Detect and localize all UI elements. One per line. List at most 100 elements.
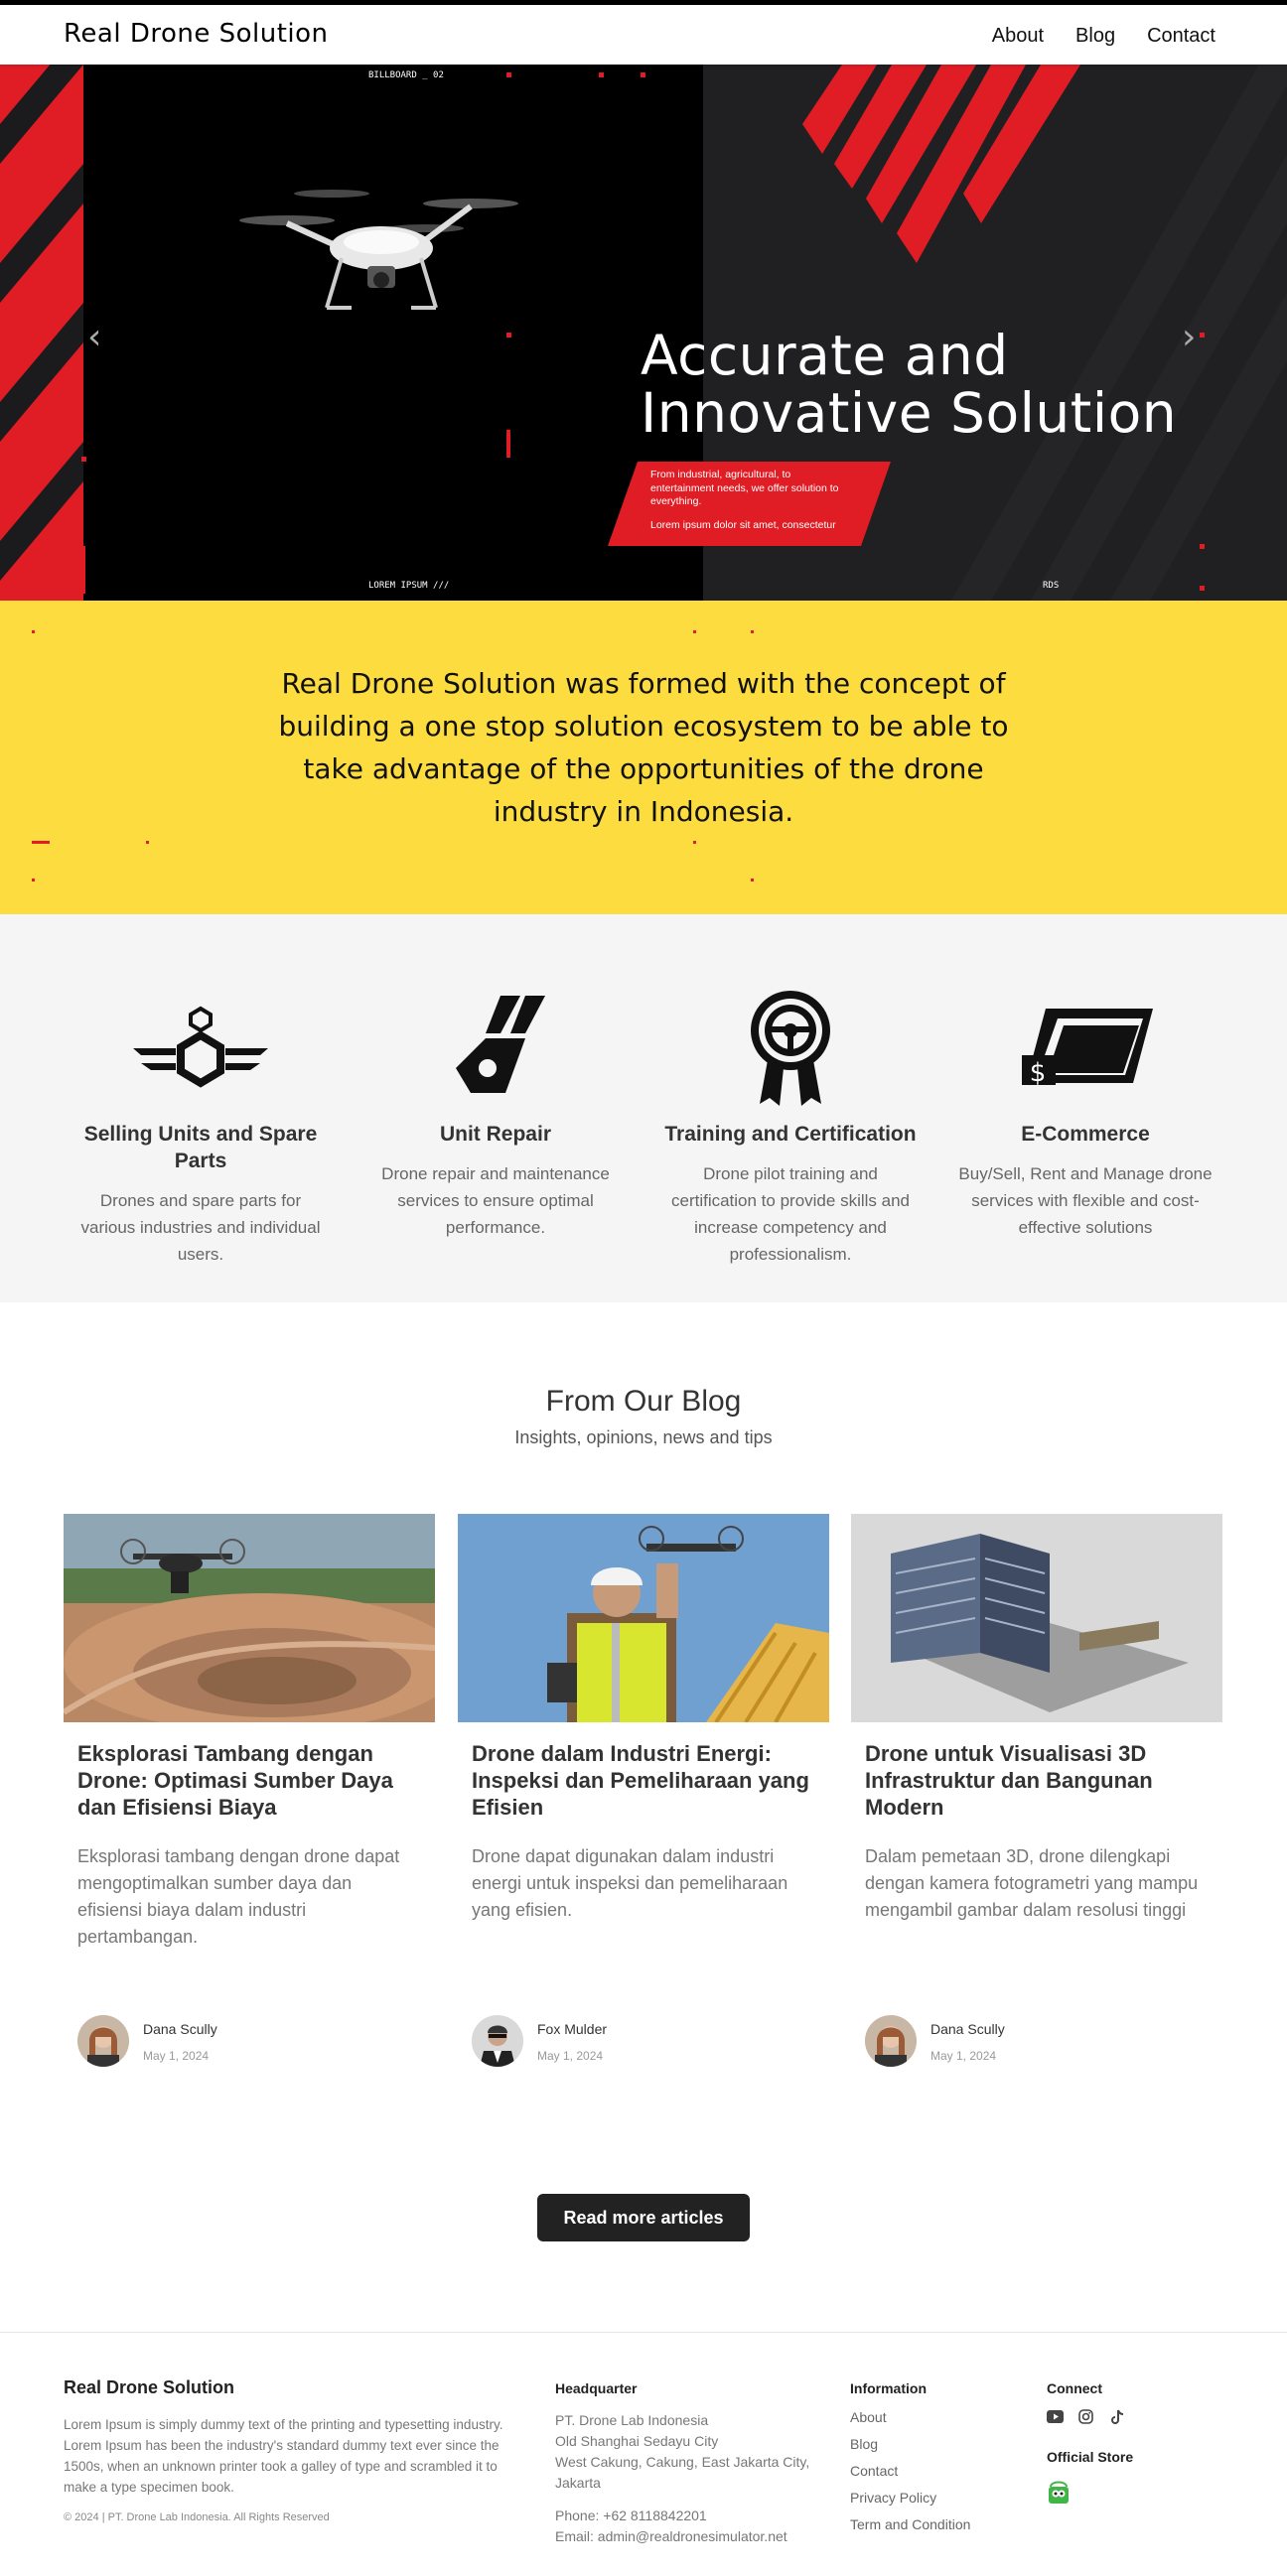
service-card-ecommerce: $ E-Commerce Buy/Sell, Rent and Manage d…: [950, 984, 1220, 1241]
footer-brand: Real Drone Solution: [64, 2377, 235, 2397]
blog-post-title[interactable]: Drone untuk Visualisasi 3D Infrastruktur…: [865, 1740, 1213, 1821]
footer-link-about[interactable]: About: [850, 2404, 970, 2431]
blog-image-3d-building[interactable]: [851, 1514, 1222, 1722]
drone-wings-icon: [66, 984, 336, 1113]
blog-card[interactable]: Drone dalam Industri Energi: Inspeksi da…: [458, 1514, 829, 2070]
services-section: Selling Units and Spare Parts Drones and…: [0, 914, 1287, 1302]
instagram-icon[interactable]: [1077, 2408, 1094, 2425]
hero-accent-bar: [81, 546, 85, 594]
hq-address-1: Old Shanghai Sedayu City: [555, 2433, 719, 2449]
footer-connect: Connect Official Store: [1047, 2380, 1133, 2508]
footer-information: Information About Blog Contact Privacy P…: [850, 2380, 970, 2538]
hq-email[interactable]: Email: admin@realdronesimulator.net: [555, 2526, 809, 2547]
nav-links: About Blog Contact: [992, 25, 1216, 48]
service-card-repair: Unit Repair Drone repair and maintenance…: [360, 984, 631, 1241]
blog-card[interactable]: Eksplorasi Tambang dengan Drone: Optimas…: [64, 1514, 435, 2070]
dollar-card-icon: $: [950, 984, 1220, 1113]
hero-title-line2: Innovative Solution: [641, 380, 1178, 445]
nav-link-contact[interactable]: Contact: [1147, 25, 1216, 48]
hero-accent-dot: [81, 457, 86, 462]
footer-link-terms[interactable]: Term and Condition: [850, 2511, 970, 2538]
tokopedia-icon[interactable]: [1047, 2479, 1071, 2508]
nav-link-blog[interactable]: Blog: [1075, 25, 1115, 48]
mission-text: Real Drone Solution was formed with the …: [278, 667, 1009, 828]
post-date: May 1, 2024: [143, 2049, 210, 2063]
brand-logo[interactable]: Real Drone Solution: [64, 19, 329, 49]
hq-company: PT. Drone Lab Indonesia: [555, 2412, 709, 2428]
blog-post-excerpt: Drone dapat digunakan dalam industri ene…: [472, 1846, 788, 1920]
blog-post-title[interactable]: Drone dalam Industri Energi: Inspeksi da…: [472, 1740, 819, 1821]
hq-address-3: Jakarta: [555, 2475, 601, 2491]
service-desc: Drone pilot training and certification t…: [670, 1164, 910, 1264]
svg-text:$: $: [1030, 1058, 1047, 1088]
mission-accent-dot: [751, 630, 754, 633]
footer-hq-heading: Headquarter: [555, 2380, 638, 2396]
mission-accent-dot: [146, 841, 149, 844]
hero-accent-dot: [599, 72, 604, 77]
hero-accent-dot: [641, 72, 645, 77]
author-name: Fox Mulder: [537, 2021, 608, 2037]
footer-connect-heading: Connect: [1047, 2380, 1102, 2396]
blog-title: From Our Blog: [545, 1385, 742, 1418]
footer-link-blog[interactable]: Blog: [850, 2431, 970, 2458]
mission-accent-dot: [751, 879, 754, 881]
footer-headquarter: Headquarter PT. Drone Lab Indonesia Old …: [555, 2380, 809, 2547]
service-title: Selling Units and Spare Parts: [83, 1123, 318, 1172]
carousel-prev-arrow-icon[interactable]: ‹: [87, 317, 101, 357]
hero-accent-dot: [506, 333, 511, 338]
mission-accent-dot: [32, 630, 35, 633]
blog-card[interactable]: Drone untuk Visualisasi 3D Infrastruktur…: [851, 1514, 1222, 2070]
hero-title: Accurate and Innovative Solution: [641, 327, 1178, 445]
blog-header: From Our Blog Insights, opinions, news a…: [0, 1385, 1287, 1448]
blog-post-excerpt: Dalam pemetaan 3D, drone dilengkapi deng…: [865, 1846, 1199, 1920]
youtube-icon[interactable]: [1047, 2408, 1064, 2425]
blog-post-excerpt: Eksplorasi tambang dengan drone dapat me…: [77, 1846, 400, 1947]
service-title: Unit Repair: [439, 1123, 551, 1146]
mission-accent-dot: [32, 879, 35, 881]
service-desc: Drones and spare parts for various indus…: [80, 1191, 321, 1264]
hero-accent-bar: [506, 430, 510, 458]
hero-left-pattern: [0, 65, 83, 581]
social-links: [1047, 2408, 1133, 2425]
hero-subtitle: From industrial, agricultural, to entert…: [650, 469, 839, 508]
post-date: May 1, 2024: [930, 2049, 997, 2063]
service-card-training: Training and Certification Drone pilot t…: [655, 984, 926, 1268]
blog-post-title[interactable]: Eksplorasi Tambang dengan Drone: Optimas…: [77, 1740, 425, 1821]
author-name: Dana Scully: [143, 2021, 217, 2037]
blog-subtitle: Insights, opinions, news and tips: [514, 1427, 773, 1447]
hq-phone: Phone: +62 8118842201: [555, 2508, 707, 2523]
tiktok-icon[interactable]: [1108, 2408, 1125, 2425]
footer-link-contact[interactable]: Contact: [850, 2458, 970, 2485]
read-more-button[interactable]: Read more articles: [537, 2194, 750, 2241]
hero-caption-bottom: LOREM IPSUM ///: [368, 581, 450, 591]
wrench-icon: [360, 984, 631, 1113]
carousel-next-arrow-icon[interactable]: ›: [1182, 317, 1196, 357]
top-navbar: Real Drone Solution About Blog Contact: [0, 0, 1287, 65]
mission-statement: Real Drone Solution was formed with the …: [0, 601, 1287, 914]
service-card-selling: Selling Units and Spare Parts Drones and…: [66, 984, 336, 1268]
mission-accent-bar: [32, 841, 50, 844]
footer-link-privacy[interactable]: Privacy Policy: [850, 2485, 970, 2511]
footer-info-heading: Information: [850, 2380, 927, 2396]
certificate-badge-icon: [655, 984, 926, 1113]
avatar: [472, 2015, 523, 2067]
blog-image-energy[interactable]: [458, 1514, 829, 1722]
nav-link-about[interactable]: About: [992, 25, 1044, 48]
hero-caption-top: BILLBOARD _ 02: [368, 70, 444, 80]
hero-accent-dot: [506, 72, 511, 77]
mission-accent-dot: [693, 630, 696, 633]
service-title: E-Commerce: [1021, 1123, 1150, 1146]
footer-description: Lorem Ipsum is simply dummy text of the …: [64, 2417, 503, 2495]
hero-accent-dot: [1200, 586, 1205, 591]
author-name: Dana Scully: [930, 2021, 1005, 2037]
site-footer: Real Drone Solution Lorem Ipsum is simpl…: [0, 2332, 1287, 2576]
footer-store-heading: Official Store: [1047, 2449, 1134, 2465]
blog-image-mining[interactable]: [64, 1514, 435, 1722]
mission-accent-dot: [693, 841, 696, 844]
service-title: Training and Certification: [664, 1123, 917, 1146]
hero-accent-dot: [1200, 544, 1205, 549]
footer-copyright: © 2024 | PT. Drone Lab Indonesia. All Ri…: [64, 2511, 330, 2523]
hero-caption-right: RDS: [1043, 581, 1060, 591]
hero-title-line1: Accurate and: [641, 324, 1009, 387]
post-date: May 1, 2024: [537, 2049, 604, 2063]
